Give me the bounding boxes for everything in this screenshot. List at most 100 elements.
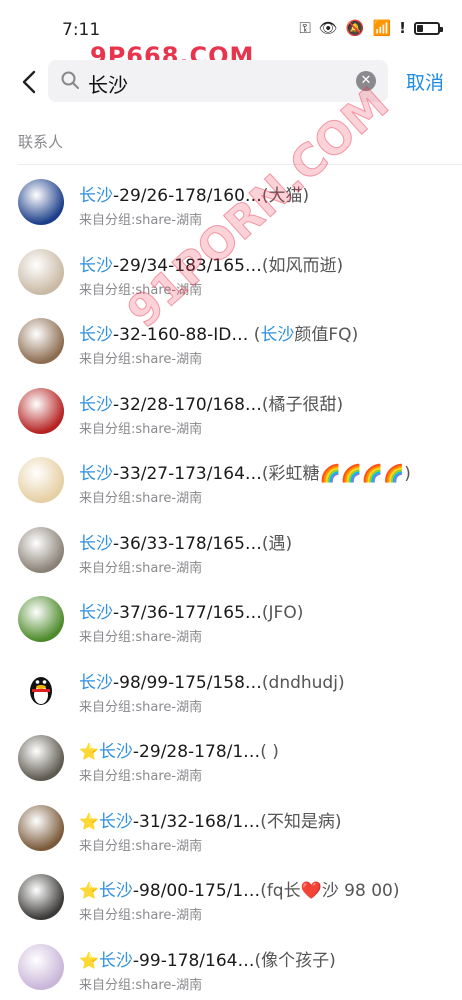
contact-row[interactable]: 长沙-36/33-178/165…(遇) 来自分组:share-湖南: [0, 516, 462, 586]
contact-name: 长沙-29/34-183/165…(如风而逝): [79, 251, 343, 276]
contact-group: 来自分组:share-湖南: [79, 282, 203, 298]
chevron-left-icon: [22, 70, 36, 94]
contact-row[interactable]: 长沙-98/99-175/158…(dndhudj) 来自分组:share-湖南: [0, 655, 462, 725]
close-icon: ✕: [360, 73, 372, 88]
search-input[interactable]: 长沙: [88, 69, 128, 98]
name-text: -29/34-183/165…: [113, 255, 262, 276]
contact-row[interactable]: 长沙-37/36-177/165…(JFO) 来自分组:share-湖南: [0, 585, 462, 655]
contact-group: 来自分组:share-湖南: [79, 213, 203, 228]
contact-row[interactable]: ⭐长沙-31/32-168/1…(不知是病) 来自分组:share-湖南: [0, 794, 462, 864]
contact-name: 长沙-32/28-170/168…(橘子很甜): [79, 390, 343, 415]
nickname: (大猫): [261, 186, 310, 206]
name-keyword: 长沙: [79, 533, 113, 554]
back-button[interactable]: [14, 66, 44, 98]
search-icon: [61, 71, 79, 89]
contact-name: ⭐长沙-99-178/164…(像个孩子): [79, 946, 336, 971]
contact-name: 长沙-98/99-175/158…(dndhudj): [79, 668, 345, 693]
contact-group: 来自分组:share-湖南: [79, 977, 203, 993]
status-time: 7:11: [62, 20, 101, 40]
name-keyword: 长沙: [79, 186, 113, 206]
avatar: [18, 526, 64, 573]
nickname: (fq长❤️沙 98 00): [260, 881, 400, 901]
name-text: -99-178/164…: [132, 950, 255, 971]
nickname: (如风而逝): [261, 255, 344, 276]
contact-row[interactable]: ⭐长沙-99-178/164…(像个孩子) 来自分组:share-湖南: [0, 933, 462, 1000]
status-icons: ⚿ 👁 🔕 📶 !: [299, 18, 443, 38]
avatar: [18, 179, 64, 225]
nickname: (JFO): [261, 603, 304, 623]
contact-group: 来自分组:share-湖南: [79, 908, 203, 923]
name-keyword: 长沙: [79, 464, 113, 484]
name-text: -98/99-175/158…: [113, 672, 262, 693]
nickname: (像个孩子): [254, 950, 336, 971]
wifi-icon: 📶: [372, 19, 392, 37]
name-keyword: 长沙: [98, 881, 133, 901]
nickname: (橘子很甜): [261, 394, 344, 415]
name-text: -37/36-177/165…: [113, 603, 262, 623]
contact-row[interactable]: ⭐长沙-29/28-178/1…( ) 来自分组:share-湖南: [0, 724, 462, 794]
contact-row[interactable]: ⭐长沙-98/00-175/1…(fq长❤️沙 98 00) 来自分组:share…: [0, 863, 462, 933]
contact-row[interactable]: 长沙-29/34-183/165…(如风而逝) 来自分组:share-湖南: [0, 238, 462, 308]
contact-row[interactable]: 长沙-29/26-178/160…(大猫) 来自分组:share-湖南: [0, 168, 462, 238]
avatar: [18, 943, 64, 990]
contact-group: 来自分组:share-湖南: [79, 491, 203, 506]
name-text: -36/33-178/165…: [113, 533, 262, 554]
clear-search-button[interactable]: ✕: [356, 71, 376, 91]
contact-name: ⭐长沙-98/00-175/1…(fq长❤️沙 98 00): [79, 876, 399, 901]
avatar: [18, 318, 64, 364]
nickname: (不知是病): [260, 811, 342, 832]
contact-name: 长沙-37/36-177/165…(JFO): [79, 598, 303, 623]
name-keyword: 长沙: [98, 742, 133, 762]
nickname: (dndhudj): [261, 672, 345, 693]
name-text: -98/00-175/1…: [132, 881, 261, 901]
name-keyword: 长沙: [79, 255, 113, 276]
section-title-contacts: 联系人: [18, 133, 64, 151]
contact-row[interactable]: 长沙-32/28-170/168…(橘子很甜) 来自分组:share-湖南: [0, 377, 462, 447]
nickname: 颜值FQ): [294, 325, 359, 345]
bell-muted-icon: 🔕: [345, 19, 365, 37]
nickname-keyword: 长沙: [260, 325, 295, 345]
avatar: [18, 457, 64, 503]
contact-name: 长沙-33/27-173/164…(彩虹糖🌈🌈🌈🌈): [79, 459, 411, 484]
name-keyword: 长沙: [79, 672, 113, 693]
contact-name: 长沙-36/33-178/165…(遇): [79, 529, 292, 554]
search-field[interactable]: 长沙 ✕: [48, 60, 388, 102]
contact-name: 长沙-32-160-88-ID… (长沙颜值FQ): [79, 320, 358, 345]
contact-row[interactable]: 长沙-32-160-88-ID… (长沙颜值FQ) 来自分组:share-湖南: [0, 307, 462, 377]
star-icon: ⭐: [79, 811, 99, 831]
contact-group: 来自分组:share-湖南: [79, 699, 203, 715]
name-text: -32-160-88-ID…: [113, 325, 249, 345]
name-keyword: 长沙: [79, 603, 113, 623]
search-header: 长沙 ✕ 取消: [0, 58, 462, 106]
contact-list: 长沙-29/26-178/160…(大猫) 来自分组:share-湖南 长沙-29/…: [0, 168, 462, 1000]
nickname: (遇): [261, 533, 293, 554]
avatar: [18, 665, 64, 712]
contact-group: 来自分组:share-湖南: [79, 630, 203, 645]
name-keyword: 长沙: [98, 950, 133, 971]
name-text: -31/32-168/1…: [132, 811, 261, 832]
contact-name: 长沙-29/26-178/160…(大猫): [79, 181, 309, 206]
avatar: [18, 735, 64, 781]
nickname: (彩虹糖🌈🌈🌈🌈): [261, 464, 411, 484]
contact-group: 来自分组:share-湖南: [79, 560, 203, 576]
name-keyword: 长沙: [79, 325, 113, 345]
avatar: [18, 596, 64, 642]
avatar: [18, 387, 64, 434]
contact-row[interactable]: 长沙-33/27-173/164…(彩虹糖🌈🌈🌈🌈) 来自分组:share-湖南: [0, 446, 462, 516]
name-keyword: 长沙: [79, 394, 113, 415]
eye-icon: 👁: [318, 19, 338, 37]
avatar: [18, 804, 64, 851]
contact-group: 来自分组:share-湖南: [79, 352, 203, 367]
avatar: [18, 874, 64, 920]
alert-icon: !: [399, 19, 406, 37]
name-text: -29/28-178/1…: [132, 742, 261, 762]
nickname: ( ): [260, 742, 279, 762]
cancel-button[interactable]: 取消: [406, 68, 444, 95]
star-icon: ⭐: [79, 950, 99, 970]
name-keyword: 长沙: [98, 811, 133, 832]
contact-name: ⭐长沙-31/32-168/1…(不知是病): [79, 807, 341, 832]
name-text: -33/27-173/164…: [113, 464, 262, 484]
avatar: [18, 248, 64, 295]
star-icon: ⭐: [79, 881, 99, 900]
key-icon: ⚿: [299, 19, 311, 37]
